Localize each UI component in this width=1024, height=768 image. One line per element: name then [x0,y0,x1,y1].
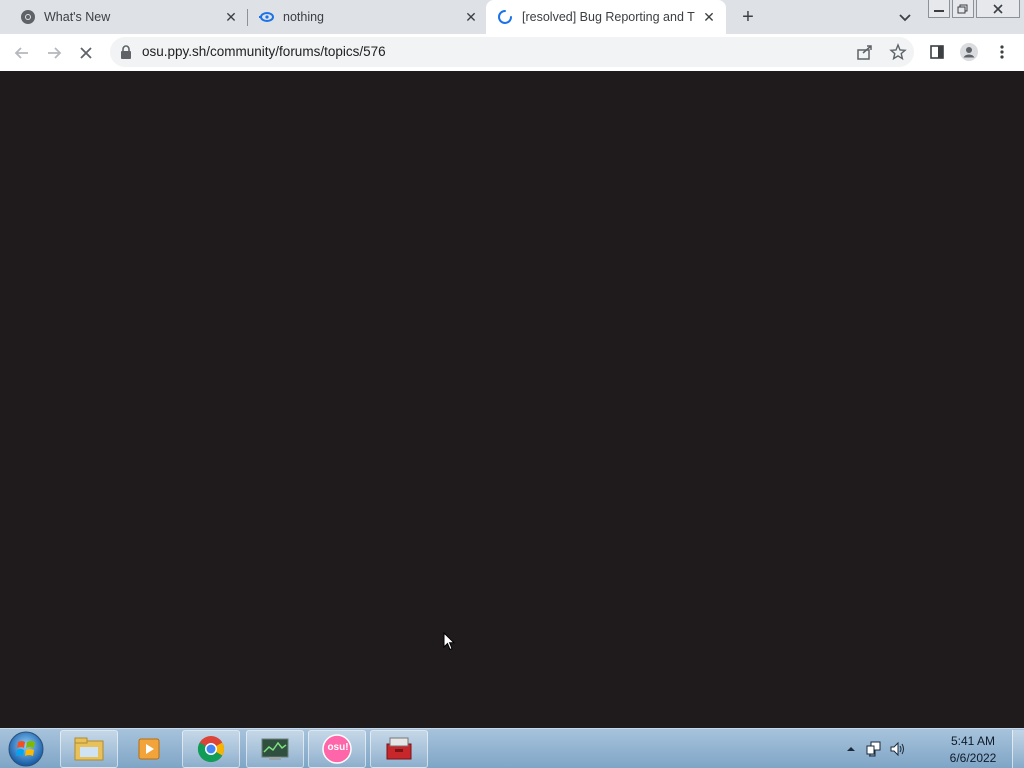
restore-icon [957,4,968,13]
share-icon[interactable] [856,43,874,61]
url-text[interactable]: osu.ppy.sh/community/forums/topics/576 [142,44,386,59]
stop-loading-button[interactable] [75,42,97,64]
taskbar-system-monitor[interactable] [246,730,304,768]
browser-chrome: What's New ✕ nothing ✕ [resolved] Bug Re… [0,0,1024,71]
tray-network[interactable] [864,735,884,763]
tab-nothing[interactable]: nothing ✕ [248,0,486,34]
close-tab-icon[interactable]: ✕ [700,8,718,26]
taskbar-file-explorer[interactable] [60,730,118,768]
volume-icon [890,741,904,757]
loading-spinner-icon [498,10,512,24]
browser-toolbar: osu.ppy.sh/community/forums/topics/576 [0,34,1024,71]
forward-arrow-icon [48,47,62,59]
chrome-icon [21,10,35,24]
show-hidden-icons-button[interactable] [841,735,861,763]
taskbar-clock[interactable]: 5:41 AM 6/6/2022 [940,733,1006,767]
taskbar: osu! 5:41 AM 6/6/2022 [0,728,1024,768]
profile-button[interactable] [959,42,979,62]
close-tab-icon[interactable]: ✕ [462,8,480,26]
lock-icon[interactable] [120,45,132,59]
taskbar-osu[interactable]: osu! [308,730,366,768]
tab-whats-new[interactable]: What's New ✕ [0,0,246,34]
forward-button[interactable] [43,42,65,64]
tray-volume[interactable] [888,735,908,763]
chrome-icon [197,736,225,763]
network-icon [866,741,881,757]
minimize-button[interactable] [928,0,950,18]
address-bar[interactable]: osu.ppy.sh/community/forums/topics/576 [110,37,914,67]
close-tab-icon[interactable]: ✕ [222,8,240,26]
back-arrow-icon [14,47,28,59]
clock-time: 5:41 AM [950,734,996,748]
tab-title: nothing [283,10,325,24]
minimize-icon [934,9,944,12]
toolbox-icon [386,737,412,760]
taskbar-toolbox[interactable] [370,730,428,768]
tab-bug-reporting[interactable]: [resolved] Bug Reporting and Tro ✕ [486,0,726,34]
menu-button[interactable] [992,42,1012,62]
side-panel-icon [930,45,944,59]
show-desktop-button[interactable] [1012,730,1024,768]
back-button[interactable] [11,42,33,64]
osu-label: osu! [327,742,349,753]
close-icon [993,3,1003,14]
page-content [0,71,1024,728]
profile-avatar-icon [960,43,978,61]
taskbar-chrome[interactable] [182,730,240,768]
restore-button[interactable] [952,0,974,18]
chevron-up-icon [847,747,855,751]
folder-icon [74,737,104,761]
bookmark-star-icon[interactable] [889,43,907,61]
clock-date: 6/6/2022 [949,751,997,765]
mouse-cursor-icon [443,632,455,651]
media-player-icon [138,738,160,760]
kebab-menu-icon [1000,45,1004,59]
site-favicon-icon [259,12,274,22]
tab-search-chevron-icon[interactable] [896,8,914,26]
new-tab-button[interactable]: + [738,6,758,28]
tab-strip: What's New ✕ nothing ✕ [resolved] Bug Re… [0,0,1024,34]
tab-title: What's New [44,10,111,24]
stop-icon [80,47,92,59]
monitor-chart-icon [261,738,289,760]
taskbar-media-player[interactable] [121,730,177,768]
tab-title: [resolved] Bug Reporting and Tro [522,10,695,24]
side-panel-button[interactable] [927,42,947,62]
start-orb-icon[interactable] [6,730,46,768]
close-window-button[interactable] [976,0,1020,18]
